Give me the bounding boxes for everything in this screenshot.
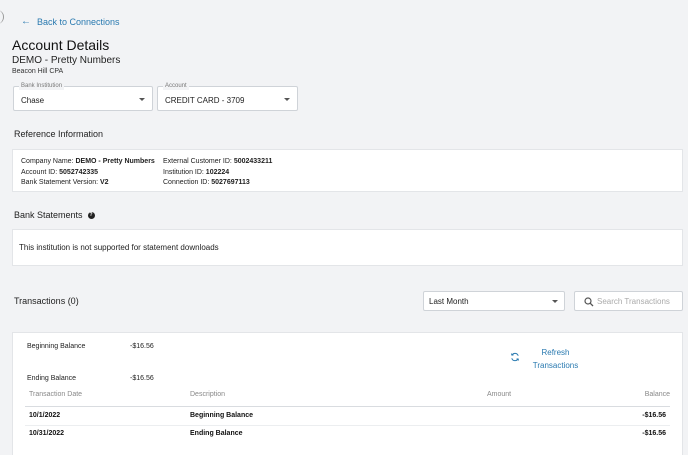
column-header-balance[interactable]: Balance [645, 391, 670, 398]
chevron-down-icon [284, 98, 290, 101]
bank-statements-header: Bank Statements ? [14, 210, 95, 220]
beginning-balance-label: Beginning Balance [27, 343, 86, 350]
window-edge-arc [0, 10, 4, 24]
bank-statements-title: Bank Statements [14, 210, 83, 220]
page-title: Account Details [12, 37, 110, 53]
company-name-row: Company Name: DEMO - Pretty Numbers [21, 157, 155, 168]
column-header-description[interactable]: Description [190, 391, 225, 398]
column-header-date[interactable]: Transaction Date [29, 391, 82, 398]
help-icon[interactable]: ? [87, 211, 95, 219]
row-date: 10/1/2022 [29, 412, 61, 419]
statements-unsupported-message: This institution is not supported for st… [19, 243, 219, 252]
search-icon [584, 297, 594, 307]
table-row[interactable]: 10/31/2022 Ending Balance -$16.56 [13, 426, 682, 444]
search-transactions-box[interactable] [574, 291, 683, 311]
reference-information-title: Reference Information [14, 129, 104, 139]
connection-id-label: Connection ID: [163, 179, 212, 186]
period-value: Last Month [429, 297, 469, 306]
period-select[interactable]: Last Month [423, 291, 565, 311]
back-to-connections-link[interactable]: ← Back to Connections [21, 16, 120, 28]
bank-institution-value: Chase [21, 96, 45, 105]
row-description: Ending Balance [190, 430, 243, 437]
account-label: Account [163, 82, 189, 90]
row-balance: -$16.56 [642, 430, 666, 437]
transactions-card: Beginning Balance -$16.56 Ending Balance… [12, 332, 683, 455]
refresh-icon [510, 352, 520, 362]
reference-column-left: Company Name: DEMO - Pretty Numbers Acco… [21, 157, 155, 189]
institution-id-value: 102224 [205, 168, 230, 176]
bank-institution-select[interactable]: Bank Institution Chase [13, 82, 153, 111]
client-name: DEMO - Pretty Numbers [12, 55, 121, 66]
account-id-row: Account ID: 5052742335 [21, 168, 155, 179]
chevron-down-icon [139, 98, 145, 101]
reference-information-card: Company Name: DEMO - Pretty Numbers Acco… [12, 149, 683, 192]
row-description: Beginning Balance [190, 412, 254, 419]
ending-balance-label: Ending Balance [27, 375, 77, 382]
company-name-label: Company Name: [21, 158, 76, 165]
statement-version-label: Bank Statement Version: [21, 179, 100, 186]
header-divider [25, 406, 670, 407]
arrow-left-icon: ← [21, 16, 31, 27]
firm-name: Beacon Hill CPA [12, 68, 64, 75]
refresh-transactions-button[interactable]: Refresh Transactions [510, 345, 600, 371]
transactions-title: Transactions (0) [14, 296, 79, 306]
account-id-label: Account ID: [21, 168, 60, 176]
statement-version-row: Bank Statement Version: V2 [21, 178, 155, 189]
table-row[interactable]: 10/1/2022 Beginning Balance -$16.56 [13, 408, 682, 426]
column-header-amount[interactable]: Amount [487, 391, 511, 398]
external-customer-id-value: 5002433211 [233, 158, 273, 165]
company-name-value: DEMO - Pretty Numbers [75, 158, 155, 165]
back-link-label: Back to Connections [37, 17, 120, 27]
connection-id-row: Connection ID: 5027697113 [163, 178, 272, 189]
bank-institution-label: Bank Institution [19, 82, 65, 90]
search-transactions-input[interactable] [597, 295, 679, 308]
beginning-balance-value: -$16.56 [130, 343, 154, 350]
account-select[interactable]: Account CREDIT CARD - 3709 [157, 82, 298, 111]
connection-id-value: 5027697113 [211, 179, 250, 186]
reference-column-right: External Customer ID: 5002433211 Institu… [163, 157, 272, 189]
row-date: 10/31/2022 [29, 430, 65, 437]
chevron-down-icon [552, 300, 558, 303]
external-customer-id-row: External Customer ID: 5002433211 [163, 157, 272, 168]
bank-statements-card: This institution is not supported for st… [12, 229, 683, 266]
statement-version-value: V2 [100, 179, 109, 186]
account-id-value: 5052742335 [59, 168, 99, 176]
ending-balance-value: -$16.56 [130, 375, 154, 382]
institution-id-label: Institution ID: [163, 168, 206, 176]
row-balance: -$16.56 [642, 412, 666, 419]
institution-id-row: Institution ID: 102224 [163, 168, 272, 179]
refresh-transactions-label: Refresh Transactions [532, 348, 579, 370]
external-customer-id-label: External Customer ID: [163, 158, 234, 165]
account-value: CREDIT CARD - 3709 [165, 96, 245, 105]
